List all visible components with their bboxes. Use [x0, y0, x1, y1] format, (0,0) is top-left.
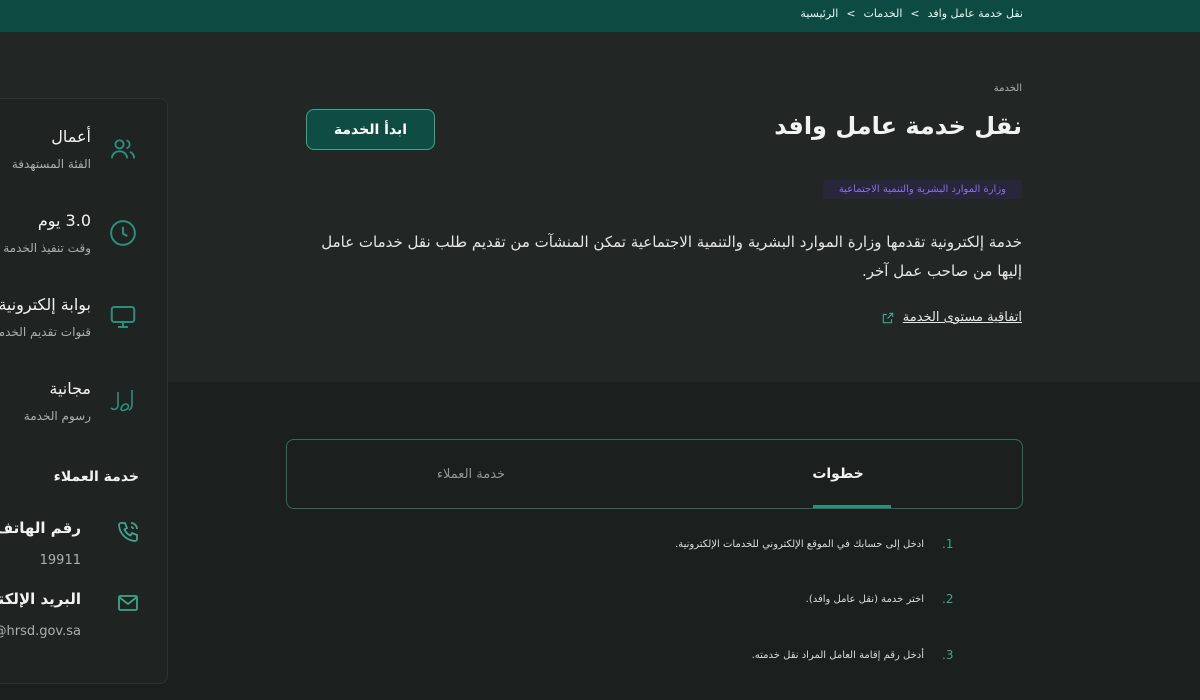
- execution-time-item: 3.0 يوم وقت تنفيذ الخدمة: [0, 211, 147, 271]
- email-address[interactable]: @hrsd.gov.sa: [0, 624, 81, 639]
- list-item: .3 أدخل رقم إقامة العامل المراد نقل خدمت…: [436, 643, 956, 667]
- execution-time-label: وقت تنفيذ الخدمة: [3, 241, 91, 255]
- clock-icon: [105, 215, 141, 251]
- external-link-icon: [882, 312, 894, 323]
- customer-service-title: خدمة العملاء: [53, 469, 139, 485]
- service-info-sidebar: أعمال الفئة المستهدفة 3.0 يوم وقت تنفيذ …: [0, 98, 168, 684]
- step-number: .3: [942, 648, 954, 662]
- service-description: خدمة إلكترونية تقدمها وزارة الموارد البش…: [321, 233, 1022, 280]
- target-audience-value: أعمال: [51, 127, 91, 146]
- fees-value: مجانية: [49, 379, 91, 398]
- phone-number[interactable]: 19911: [40, 553, 81, 568]
- top-bar: الرئيسية > الخدمات > نقل خدمة عامل وافد: [0, 0, 1200, 32]
- phone-label: رقم الهاتف: [0, 519, 81, 537]
- fees-item: مجانية رسوم الخدمة: [0, 379, 147, 439]
- service-kicker: الخدمة: [993, 83, 1022, 94]
- phone-icon: [113, 517, 143, 547]
- fees-label: رسوم الخدمة: [23, 409, 91, 423]
- step-number: .1: [942, 537, 954, 551]
- ministry-badge: وزارة الموارد البشرية والتنمية الاجتماعي…: [822, 180, 1022, 199]
- breadcrumb: الرئيسية > الخدمات > نقل خدمة عامل وافد: [800, 7, 1023, 20]
- target-audience-label: الفئة المستهدفة: [11, 157, 91, 171]
- tab-customer-service[interactable]: خدمة العملاء: [287, 440, 655, 508]
- email-contact: البريد الإلكتروني @hrsd.gov.sa: [0, 588, 147, 639]
- sla-link-label: اتفاقية مستوى الخدمة: [902, 310, 1022, 325]
- users-icon: [105, 131, 141, 167]
- channels-value: بوابة إلكترونية: [0, 295, 91, 314]
- email-label: البريد الإلكتروني: [0, 590, 81, 608]
- breadcrumb-current: نقل خدمة عامل وافد: [927, 7, 1023, 20]
- mail-icon: [113, 588, 143, 618]
- monitor-icon: [105, 299, 141, 335]
- channels-label: قنوات تقديم الخدمة: [0, 325, 91, 339]
- breadcrumb-home[interactable]: الرئيسية: [800, 7, 838, 20]
- tab-steps[interactable]: خطوات: [654, 440, 1022, 508]
- step-number: .2: [942, 592, 954, 606]
- breadcrumb-services[interactable]: الخدمات: [864, 7, 903, 20]
- breadcrumb-separator: >: [910, 7, 920, 20]
- service-tabs: خطوات خدمة العملاء: [286, 439, 1023, 509]
- breadcrumb-separator: >: [846, 7, 856, 20]
- sla-link[interactable]: اتفاقية مستوى الخدمة: [881, 310, 1022, 325]
- step-text: ادخل إلى حسابك في الموقع الإلكتروني للخد…: [675, 538, 924, 550]
- step-text: أدخل رقم إقامة العامل المراد نقل خدمته.: [751, 649, 924, 661]
- target-audience-item: أعمال الفئة المستهدفة: [0, 127, 147, 187]
- page-title: نقل خدمة عامل وافد: [774, 112, 1022, 140]
- phone-contact: رقم الهاتف 19911: [0, 517, 147, 568]
- list-item: .2 اختر خدمة (نقل عامل وافد).: [436, 587, 956, 611]
- riyal-icon: [105, 383, 141, 419]
- active-tab-indicator: [813, 505, 891, 508]
- list-item: .1 ادخل إلى حسابك في الموقع الإلكتروني ل…: [436, 532, 956, 556]
- channels-item: بوابة إلكترونية قنوات تقديم الخدمة: [0, 295, 147, 355]
- start-service-button[interactable]: ابدأ الخدمة: [306, 109, 435, 150]
- step-text: اختر خدمة (نقل عامل وافد).: [805, 593, 924, 605]
- execution-time-value: 3.0 يوم: [37, 211, 91, 230]
